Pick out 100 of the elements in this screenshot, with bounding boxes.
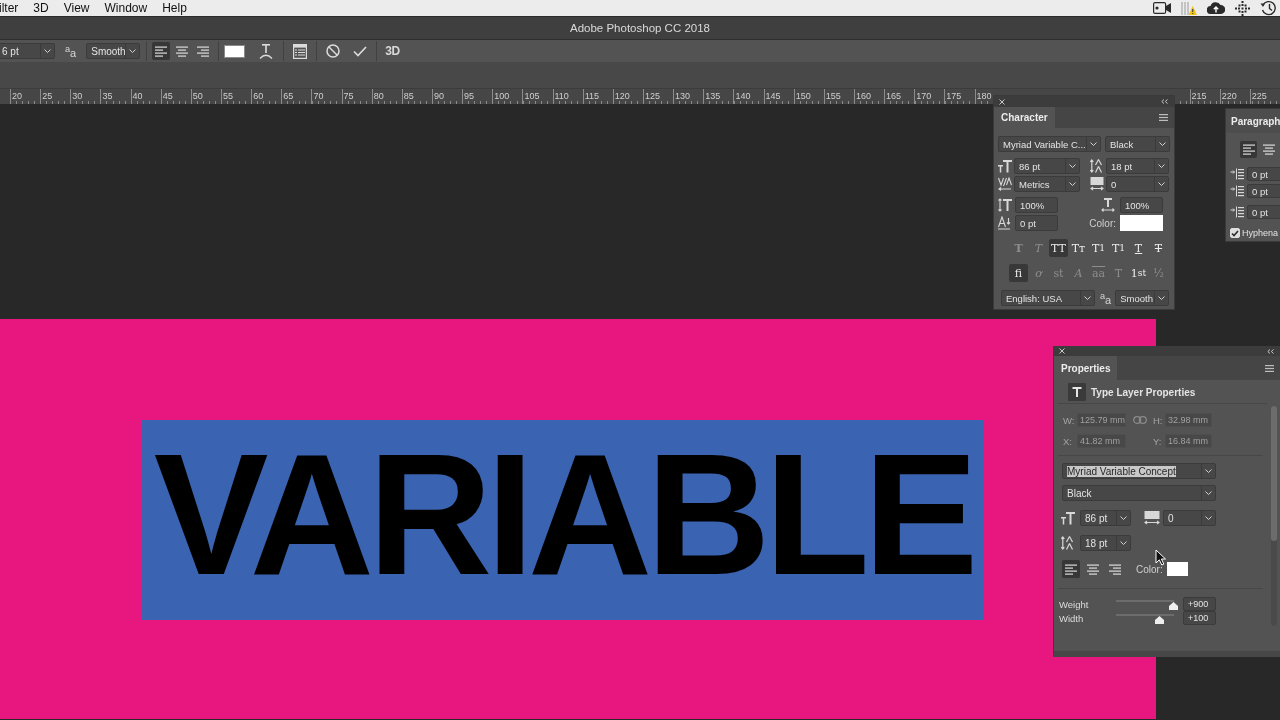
font-size-icon [1061,511,1075,525]
align-left-icon [1065,563,1077,575]
menu-item[interactable]: 3D [33,0,49,16]
color-label: Color: [1136,563,1163,575]
small-caps-button[interactable]: Tт [1069,239,1088,257]
menu-item[interactable]: Window [104,0,148,16]
font-size-dropdown[interactable]: 86 pt [1080,510,1131,526]
slider-value-field[interactable]: +100 [1183,611,1216,625]
chevron-icon [1069,164,1076,168]
font-family-dropdown[interactable]: Myriad Variable Concept [1062,463,1216,479]
panel-tab[interactable]: Character [994,107,1055,128]
collapse-icon[interactable] [1161,99,1168,104]
checkmark-icon[interactable] [353,45,368,57]
height-label: H: [1153,414,1164,426]
menu-item[interactable]: ilter [0,0,19,16]
clock-icon[interactable] [1260,0,1277,16]
warp-text-icon[interactable] [259,43,274,59]
chevron-icon [1090,142,1097,146]
close-icon[interactable] [1059,348,1065,354]
horizontal-scale-field[interactable]: 100% [1120,197,1163,213]
anti-alias-dropdown[interactable]: Smooth [1115,290,1170,306]
ruler-label: 80 [373,90,384,103]
chevron-icon [1069,182,1076,186]
baseline-shift-field[interactable]: 0 pt [1015,215,1058,231]
leading-dropdown[interactable]: 18 pt [1106,158,1169,174]
scrollbar[interactable] [1271,406,1277,626]
slider-label: Weight [1059,598,1090,610]
ruler-label: 105 [524,90,540,103]
align-left-button[interactable] [152,42,171,60]
window-title: Adobe Photoshop CC 2018 [570,22,710,34]
ruler-label: 130 [675,90,691,103]
ruler-label: 125 [644,90,660,103]
slider-value-field[interactable]: +900 [1183,597,1216,611]
indent-field[interactable]: 0 pt [1247,167,1280,181]
ruler-label: 30 [72,90,83,103]
underline-button[interactable]: T [1129,239,1148,257]
scrollbar-thumb[interactable] [1271,406,1277,541]
indent-icon [1230,168,1244,180]
document-lines-icon[interactable] [293,43,308,59]
color-label: Color: [1089,217,1116,229]
cloud-upload-icon[interactable] [1207,2,1225,14]
font-family-dropdown[interactable]: Myriad Variable C... [998,136,1101,152]
width-label: W: [1063,414,1076,426]
ruler-label: 170 [916,90,932,103]
ligatures-button[interactable]: fi [1009,264,1028,282]
indent-field[interactable]: 0 pt [1247,205,1280,219]
caps-button[interactable]: TT [1049,239,1068,257]
slider-thumb[interactable] [1169,602,1178,610]
panel-tab[interactable]: Properties [1054,356,1118,380]
ruler-label: 120 [614,90,630,103]
type-layer-icon [1068,383,1086,401]
chevron-icon [1205,516,1212,520]
ruler-label: 55 [223,90,233,103]
align-left-icon [1242,144,1255,155]
slider-thumb[interactable] [1155,616,1165,624]
ruler-label: 110 [554,90,569,103]
align-right-icon [197,45,210,57]
ruler-label: 225 [1251,90,1267,103]
font-style-dropdown[interactable]: Black [1062,485,1216,501]
ruler-label: 20 [12,90,22,103]
align-left-button[interactable] [1240,141,1257,158]
font-size-dropdown[interactable]: 6 pt [0,43,55,59]
text-color-swatch-icon[interactable] [224,44,246,58]
hyphenate-checkbox[interactable] [1230,228,1240,238]
font-size-dropdown[interactable]: 86 pt [1014,158,1080,174]
leading-dropdown[interactable]: 18 pt [1080,535,1131,551]
chevron-icon [1084,296,1091,300]
menu-item[interactable]: View [63,0,90,16]
language-dropdown[interactable]: English: USA [1001,290,1095,306]
kerning-dropdown[interactable]: Metrics [1014,176,1080,192]
tracking-dropdown[interactable]: 0 [1163,510,1216,526]
strikethrough-button[interactable]: T [1149,239,1168,257]
anti-alias-dropdown[interactable]: Smooth [86,43,141,59]
cursor-icon [1155,549,1166,566]
menu-icon[interactable] [1265,364,1274,372]
vertical-scale-field[interactable]: 100% [1015,197,1058,213]
tracking-dropdown[interactable]: 0 [1106,176,1169,192]
close-icon[interactable] [999,98,1005,105]
align-center-icon [1087,563,1099,575]
y-label: Y: [1153,435,1163,447]
dotted-cross-icon[interactable] [1235,0,1250,16]
hyphenate-label: Hyphena [1242,228,1279,238]
collapse-icon[interactable] [1267,348,1274,354]
align-center-icon [1262,144,1275,155]
color-swatch-icon[interactable] [1166,562,1188,576]
ruler-label: 95 [464,90,475,103]
cancel-icon[interactable] [326,44,341,58]
video-camera-icon[interactable] [1153,2,1171,14]
indent-field[interactable]: 0 pt [1247,184,1280,198]
menu-icon[interactable] [1159,114,1168,121]
chevron-icon [1205,491,1212,495]
ruler-label: 45 [162,90,173,103]
ruler-label: 65 [283,90,294,103]
menu-item[interactable]: Help [162,0,187,16]
color-swatch-icon[interactable] [1120,215,1163,231]
align-left-button[interactable] [1062,560,1080,578]
chevron-icon [1158,164,1165,168]
tracking-icon [1090,177,1104,191]
3d-button[interactable]: 3D [385,44,400,58]
font-style-dropdown[interactable]: Black [1105,136,1170,152]
